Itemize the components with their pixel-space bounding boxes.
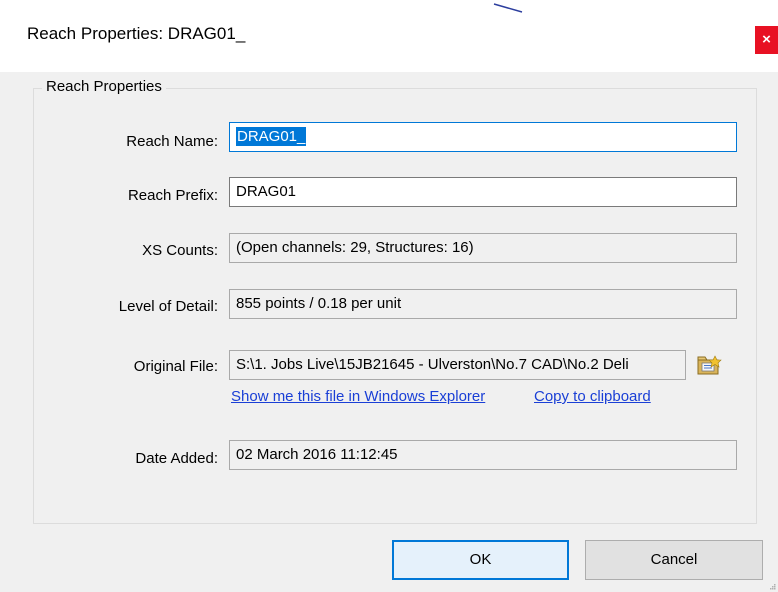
reach-name-value: DRAG01_ [236,127,307,146]
close-icon: × [762,31,771,48]
close-button[interactable]: × [755,26,778,54]
background-line [493,3,523,13]
ok-button[interactable]: OK [392,540,569,580]
title-bar: Reach Properties: DRAG01_ × [0,0,778,72]
level-of-detail-field[interactable]: 855 points / 0.18 per unit [229,289,737,319]
reach-properties-dialog: Reach Properties: DRAG01_ × Reach Proper… [0,0,778,592]
level-of-detail-label: Level of Detail: [118,298,218,315]
open-folder-icon[interactable] [696,353,724,377]
reach-name-input[interactable]: DRAG01_ [229,122,737,152]
xs-counts-field[interactable]: (Open channels: 29, Structures: 16) [229,233,737,263]
original-file-label: Original File: [133,358,218,375]
groupbox-legend: Reach Properties [42,78,166,95]
date-added-label: Date Added: [135,450,218,467]
date-added-field[interactable]: 02 March 2016 11:12:45 [229,440,737,470]
original-file-field[interactable]: S:\1. Jobs Live\15JB21645 - Ulverston\No… [229,350,686,380]
reach-name-label: Reach Name: [126,133,218,150]
copy-to-clipboard-link[interactable]: Copy to clipboard [534,388,651,405]
window-title: Reach Properties: DRAG01_ [27,24,246,43]
show-in-explorer-link[interactable]: Show me this file in Windows Explorer [231,388,485,405]
resize-grip-icon[interactable] [768,582,776,590]
cancel-button[interactable]: Cancel [585,540,763,580]
reach-prefix-label: Reach Prefix: [127,187,218,204]
reach-prefix-input[interactable]: DRAG01 [229,177,737,207]
xs-counts-label: XS Counts: [142,242,218,259]
